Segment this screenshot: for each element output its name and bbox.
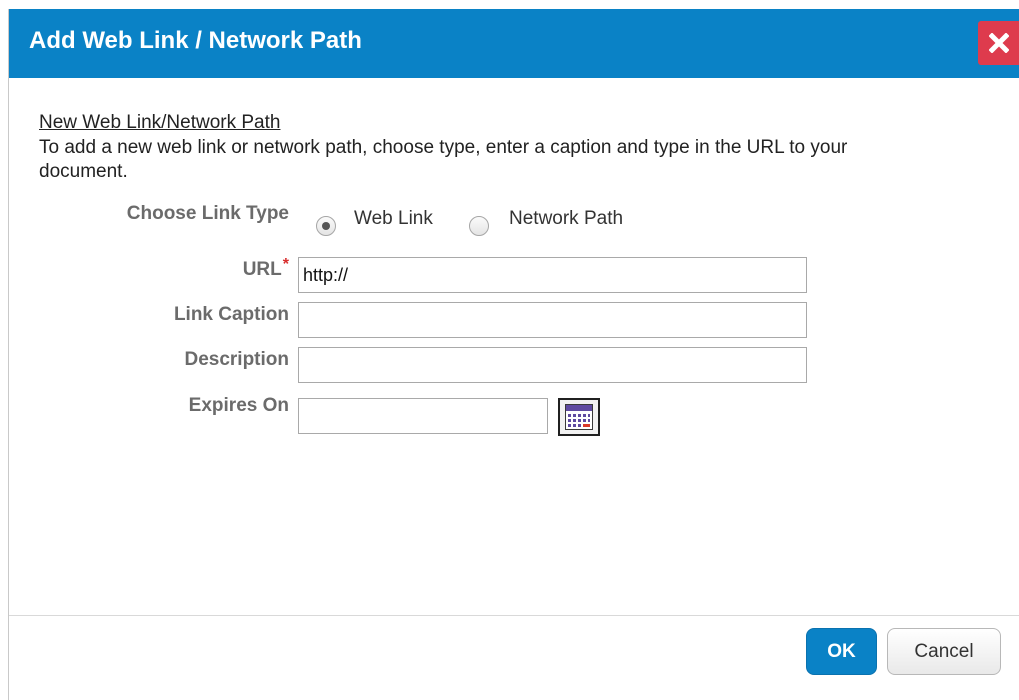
radio-network-path[interactable] — [469, 216, 489, 236]
form-instructions: To add a new web link or network path, c… — [39, 137, 848, 182]
link-caption-label: Link Caption — [173, 304, 289, 325]
expires-on-label: Expires On — [188, 395, 289, 416]
footer-divider — [9, 615, 1019, 616]
close-button[interactable] — [978, 21, 1019, 65]
radio-network-path-label[interactable]: Network Path — [509, 208, 623, 230]
link-caption-input[interactable] — [298, 302, 807, 338]
expires-on-input[interactable] — [298, 398, 548, 434]
description-label: Description — [184, 349, 289, 370]
add-web-link-dialog: Add Web Link / Network Path New Web Link… — [8, 9, 1019, 700]
dialog-title: Add Web Link / Network Path — [29, 27, 362, 54]
close-icon — [989, 33, 1009, 53]
ok-button[interactable]: OK — [806, 628, 877, 675]
calendar-button[interactable] — [558, 398, 600, 436]
url-label: URL* — [29, 256, 289, 281]
description-input[interactable] — [298, 347, 807, 383]
radio-web-link[interactable] — [316, 216, 336, 236]
calendar-icon — [565, 404, 593, 430]
form-heading: New Web Link/Network Path — [39, 112, 281, 133]
dialog-titlebar: Add Web Link / Network Path — [9, 9, 1019, 78]
radio-web-link-label[interactable]: Web Link — [354, 208, 433, 230]
required-asterisk: * — [282, 256, 289, 273]
url-label-text: URL — [242, 259, 282, 280]
url-input[interactable] — [298, 257, 807, 293]
link-type-label: Choose Link Type — [126, 203, 289, 224]
cancel-button[interactable]: Cancel — [887, 628, 1001, 675]
